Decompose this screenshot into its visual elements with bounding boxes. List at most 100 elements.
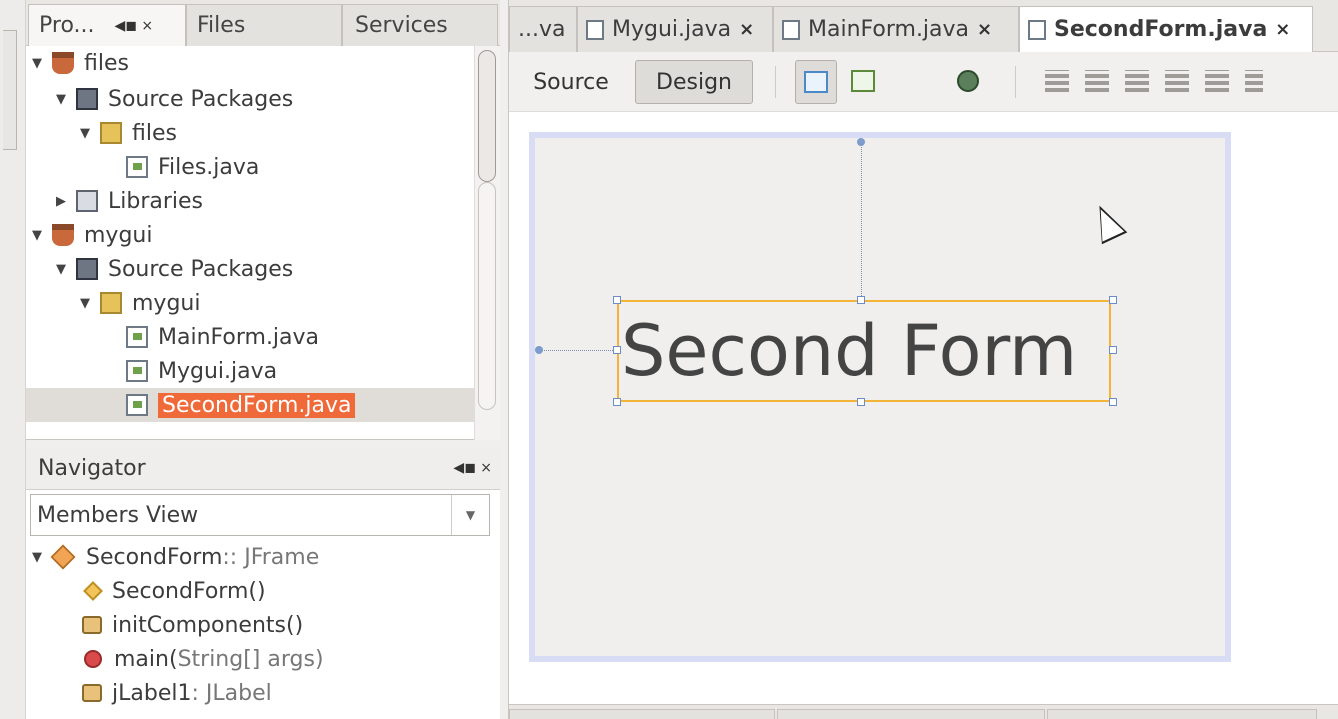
members-view-select[interactable]: Members View ▼ [30,494,490,536]
tree-node-secondform-java[interactable]: SecondForm.java [26,388,474,422]
center-horizontally-icon[interactable] [1125,70,1149,92]
tree-node-label: Libraries [108,188,204,214]
tree-node-label: Source Packages [108,86,294,112]
libraries-icon [76,190,98,212]
tab-files-label: Files [197,13,246,38]
navigator-title: Navigator [38,456,146,481]
expand-icon[interactable]: ▼ [56,262,76,277]
form-file-icon [126,326,148,348]
collapse-icon[interactable]: ▶ [56,194,76,209]
projects-panel: Pro... ◀◼ × Files Services ▼ files ▼ Sou… [26,0,500,440]
output-tab-3[interactable] [1047,709,1317,719]
class-icon [50,544,76,570]
java-main-file-icon [126,360,148,382]
align-right-icon[interactable] [1085,70,1109,92]
tab-files[interactable]: Files [186,4,342,46]
expand-icon[interactable]: ▼ [32,56,52,71]
connection-mode-icon[interactable] [851,70,875,92]
tree-scrollbar-thumb[interactable] [478,50,496,182]
dropdown-arrow-icon[interactable]: ▼ [451,495,489,535]
design-button[interactable]: Design [635,60,753,104]
jlabel1-component[interactable]: Second Form [617,300,1111,402]
top-anchor-point [857,138,865,146]
editor-tab-mainform[interactable]: MainForm.java × [773,6,1019,52]
navigator-member-jlabel1[interactable]: jLabel1 : JLabel [82,676,272,710]
tree-node-package-files[interactable]: ▼ files [80,116,177,150]
tree-node-libraries[interactable]: ▶ Libraries [56,184,203,218]
editor-tab-label: Mygui.java [612,17,732,42]
member-name: main( [114,646,178,672]
output-tab-2[interactable] [777,709,1045,719]
navigator-member-constructor[interactable]: SecondForm() [82,574,266,608]
align-left-icon[interactable] [1045,70,1069,92]
close-icon[interactable]: × [977,19,992,40]
tree-node-label: files [84,50,129,76]
navigator-panel: Navigator ◀◼ × Members View ▼ ▼ SecondFo… [26,448,500,719]
tree-node-files-project[interactable]: ▼ files [32,46,129,80]
package-icon [100,292,122,314]
resize-handle-w[interactable] [613,346,621,354]
form-file-icon [126,394,148,416]
expand-icon[interactable]: ▼ [80,296,100,311]
align-top-icon[interactable] [1165,70,1189,92]
navigator-class-node[interactable]: ▼ SecondForm :: JFrame [32,540,319,574]
tree-node-files-java[interactable]: Files.java [126,150,259,184]
navigator-controls[interactable]: ◀◼ × [453,460,492,476]
editor-tab-secondform[interactable]: SecondForm.java × [1019,6,1313,52]
expand-icon[interactable]: ▼ [32,550,52,565]
projects-tabbar: Pro... ◀◼ × Files Services [26,0,500,46]
tab-projects-label: Pro... [39,13,95,38]
member-type: :: JFrame [222,544,320,570]
resize-handle-se[interactable] [1109,398,1117,406]
tree-node-label-selected: SecondForm.java [158,392,356,418]
member-name: SecondForm() [112,578,266,604]
member-type: : JLabel [191,680,272,706]
tab-services[interactable]: Services [342,4,498,46]
expand-icon[interactable]: ▼ [80,126,100,141]
horizontal-anchor-guide [539,350,619,351]
expand-icon[interactable]: ▼ [56,92,76,107]
editor-tab-label: ...va [518,17,566,42]
source-button[interactable]: Source [521,60,621,104]
editor-tab-truncated[interactable]: ...va [509,6,577,52]
output-tab-1[interactable] [509,709,775,719]
toolbar-separator [1015,66,1016,98]
resize-handle-nw[interactable] [613,296,621,304]
resize-handle-ne[interactable] [1109,296,1117,304]
navigator-member-initcomponents[interactable]: initComponents() [82,608,303,642]
tree-node-label: Files.java [158,154,260,180]
tree-node-mygui-java[interactable]: Mygui.java [126,354,277,388]
private-field-icon [82,684,102,702]
resize-handle-sw[interactable] [613,398,621,406]
close-icon[interactable]: × [1275,19,1290,40]
resize-handle-e[interactable] [1109,346,1117,354]
member-name: SecondForm [86,544,223,570]
design-button-label: Design [656,69,732,95]
resize-handle-s[interactable] [857,398,865,406]
tab-projects[interactable]: Pro... ◀◼ × [28,4,186,46]
editor-tab-mygui[interactable]: Mygui.java × [577,6,773,52]
preview-design-icon[interactable] [957,70,979,92]
tree-node-mainform-java[interactable]: MainForm.java [126,320,319,354]
selection-mode-button[interactable] [795,60,837,104]
member-name: jLabel1 [112,680,192,706]
tab-controls[interactable]: ◀◼ × [115,18,154,34]
center-vertically-icon[interactable] [1245,70,1263,92]
tree-node-label: mygui [132,290,201,316]
tree-node-source-packages-2[interactable]: ▼ Source Packages [56,252,293,286]
output-tabbar [509,704,1338,719]
expand-icon[interactable]: ▼ [32,228,52,243]
navigator-member-main[interactable]: main( String[] args) [84,642,324,676]
minimized-window-tab[interactable] [3,30,17,150]
tree-node-label: Source Packages [108,256,294,282]
resize-handle-n[interactable] [857,296,865,304]
tree-node-package-mygui[interactable]: ▼ mygui [80,286,200,320]
members-view-value: Members View [37,502,199,528]
tree-node-mygui-project[interactable]: ▼ mygui [32,218,152,252]
close-icon[interactable]: × [739,19,754,40]
java-project-icon [52,224,74,246]
align-bottom-icon[interactable] [1205,70,1229,92]
toolbar-separator [775,66,776,98]
tree-node-source-packages[interactable]: ▼ Source Packages [56,82,293,116]
source-packages-icon [76,88,98,110]
